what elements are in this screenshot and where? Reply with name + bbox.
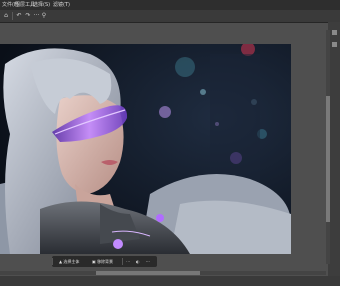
scrollbar-thumb[interactable] (96, 271, 200, 275)
contextbar-divider (122, 258, 123, 265)
remove-background-button[interactable]: ▣ 移除背景 (92, 256, 113, 267)
select-subject-button[interactable]: ▲ 选择主体 (59, 256, 79, 267)
adjust-icon[interactable]: ◐ (136, 256, 140, 267)
vertical-scrollbar[interactable] (326, 30, 330, 264)
undo-icon[interactable]: ↶ (15, 12, 23, 20)
options-icon[interactable]: ⋯ (126, 256, 130, 267)
horizontal-scrollbar[interactable] (0, 271, 326, 275)
drag-handle[interactable] (52, 258, 53, 265)
redo-icon[interactable]: ↷ (24, 12, 32, 20)
image-canvas[interactable] (0, 44, 291, 254)
toolbar-divider (12, 12, 13, 20)
more-options-icon[interactable]: ··· (146, 256, 150, 267)
artwork-image (0, 44, 291, 254)
panel-toggle-icon[interactable] (332, 42, 337, 47)
contextual-task-bar: ▲ 选择主体 ▣ 移除背景 ⋯ ◐ ··· (52, 256, 157, 267)
scrollbar-thumb[interactable] (326, 96, 330, 222)
menu-select[interactable]: 选择(S) (33, 0, 50, 10)
menu-layer-tools[interactable]: 图层工具 (15, 0, 35, 10)
toolbar: ⌂ ↶ ↷ ··· ⚲ (0, 10, 340, 23)
menu-filter[interactable]: 滤镜(T) (53, 0, 70, 10)
panel-toggle-icon[interactable] (332, 30, 337, 35)
menu-bar: 文件(F) 图层工具 选择(S) 滤镜(T) (0, 0, 340, 10)
home-icon[interactable]: ⌂ (2, 12, 10, 20)
zoom-icon[interactable]: ⚲ (40, 12, 48, 20)
status-bar (0, 276, 340, 286)
